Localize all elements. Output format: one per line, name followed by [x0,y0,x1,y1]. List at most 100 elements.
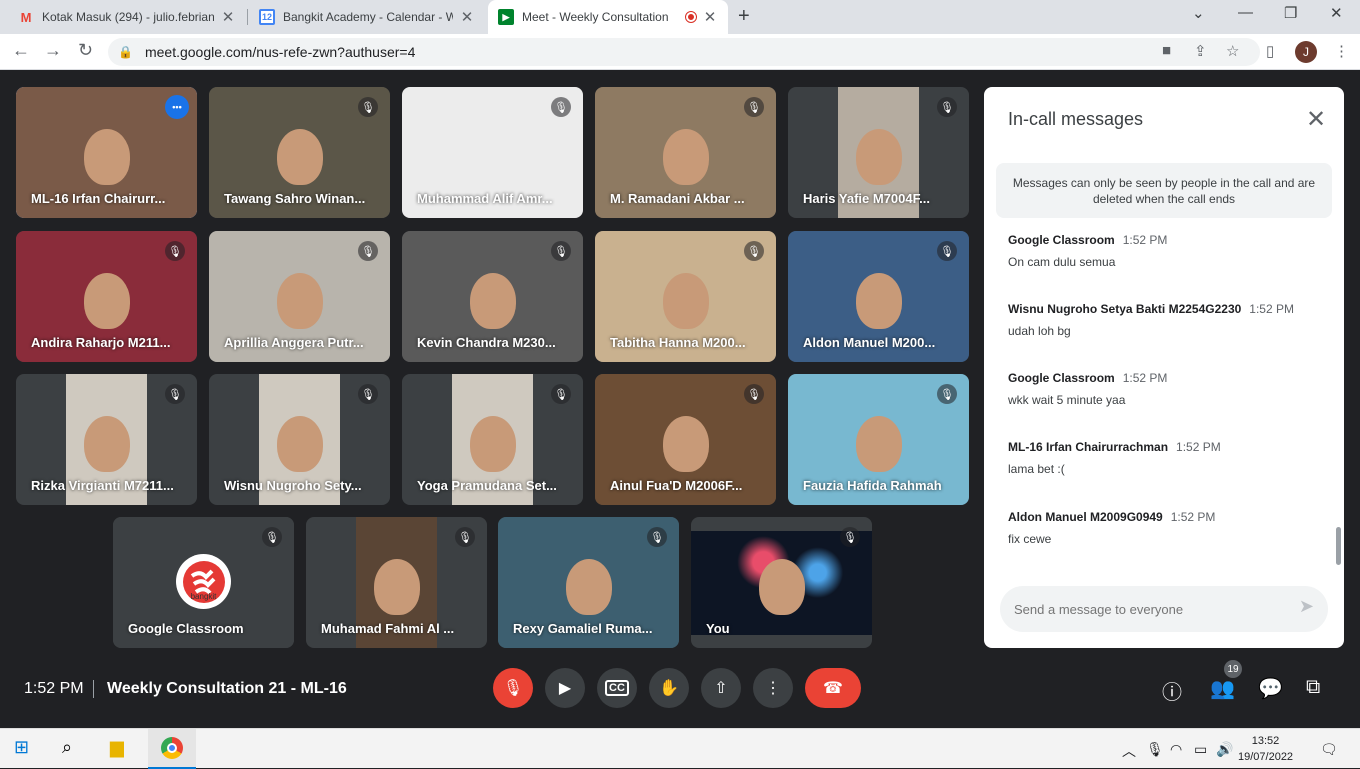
mic-muted-icon: 🎙 [937,384,957,404]
participant-tile[interactable]: 🎙 Aprillia Anggera Putr... [209,231,390,362]
share-icon[interactable]: ⇪ [1194,42,1207,60]
person-silhouette [759,559,805,615]
chat-icon[interactable]: 💬 [1258,676,1283,701]
address-bar[interactable]: 🔒 meet.google.com/nus-refe-zwn?authuser=… [108,38,1260,66]
tab-calendar[interactable]: 12 Bangkit Academy - Calendar - W ✕ [249,0,485,34]
panel-title: In-call messages [1008,109,1144,129]
participant-tile[interactable]: 🎙 Tabitha Hanna M200... [595,231,776,362]
people-icon[interactable]: 👥 [1210,676,1235,701]
browser-menu-icon[interactable]: ⋮ [1334,42,1349,60]
close-panel-icon[interactable]: ✕ [1306,105,1326,134]
mic-toggle-button[interactable]: 🎙 [493,668,533,708]
mic-muted-icon: 🎙 [744,384,764,404]
close-window-icon[interactable]: ✕ [1330,4,1343,22]
present-screen-button[interactable]: ⇧ [701,668,741,708]
participant-tile[interactable]: ••• ML-16 Irfan Chairurr... [16,87,197,218]
person-silhouette [663,129,709,185]
forward-icon[interactable]: → [44,40,62,61]
participant-name: Rizka Virgianti M7211... [31,478,174,493]
chat-scrollbar[interactable] [1336,527,1341,565]
windows-start-icon[interactable]: ⊞ [14,737,29,758]
participant-tile[interactable]: 🎙 Yoga Pramudana Set... [402,374,583,505]
participant-tile[interactable]: 🎙 Rizka Virgianti M7211... [16,374,197,505]
message-time: 1:52 PM [1249,302,1294,316]
more-options-button[interactable]: ⋮ [753,668,793,708]
participant-tile[interactable]: 🎙 Fauzia Hafida Rahmah [788,374,969,505]
tab-title: Kotak Masuk (294) - julio.febrian [42,10,214,24]
close-tab-icon[interactable]: ✕ [220,8,236,26]
new-tab-button[interactable]: + [738,5,750,28]
participant-tile[interactable]: 🎙 M. Ramadani Akbar ... [595,87,776,218]
mic-muted-icon: 🎙 [744,241,764,261]
person-silhouette [84,129,130,185]
mic-muted-icon: 🎙 [937,241,957,261]
participant-tile[interactable]: 🎙 Tawang Sahro Winan... [209,87,390,218]
message-time: 1:52 PM [1122,371,1168,385]
back-icon[interactable]: ← [12,40,30,61]
tab-search-icon[interactable]: ⌄ [1192,4,1205,22]
profile-avatar[interactable]: J [1295,41,1317,63]
participant-tile[interactable]: 🎙 Muhammad Alif Amr... [402,87,583,218]
tab-meet[interactable]: ▶ Meet - Weekly Consultation ✕ [488,0,728,34]
participant-tile[interactable]: 🎙 You [691,517,872,648]
message-sender: Aldon Manuel M2009G0949 [1008,510,1163,524]
close-tab-icon[interactable]: ✕ [459,8,475,26]
participant-name: Aprillia Anggera Putr... [224,335,364,350]
participant-name: Ainul Fua'D M2006F... [610,478,743,493]
leave-call-button[interactable]: ☎ [805,668,861,708]
person-silhouette [663,273,709,329]
participant-tile[interactable]: 🎙 Aldon Manuel M200... [788,231,969,362]
participant-tile[interactable]: 🎙 Ainul Fua'D M2006F... [595,374,776,505]
in-call-messages-panel: In-call messages ✕ Messages can only be … [984,87,1344,648]
reload-icon[interactable]: ↻ [78,40,93,61]
gmail-icon: M [20,9,32,25]
person-silhouette [856,129,902,185]
raise-hand-button[interactable]: ✋ [649,668,689,708]
file-explorer-icon[interactable]: ▆ [110,737,124,758]
restore-icon[interactable]: ❐ [1284,4,1297,22]
participant-tile[interactable]: 🎙 Muhamad Fahmi Al ... [306,517,487,648]
notifications-icon[interactable]: 🗨 [1320,741,1338,758]
mic-muted-icon: 🎙 [358,384,378,404]
participant-tile[interactable]: bangkit 🎙 Google Classroom [113,517,294,648]
camera-in-use-icon[interactable]: ■ [1162,42,1171,59]
recording-icon [685,11,697,23]
send-icon[interactable]: ➤ [1299,596,1314,617]
camera-toggle-button[interactable]: ▶ [545,668,585,708]
bookmark-star-icon[interactable]: ☆ [1226,42,1239,60]
mic-muted-icon: 🎙 [551,241,571,261]
more-options-icon[interactable]: ••• [165,95,189,119]
participant-name: Wisnu Nugroho Sety... [224,478,362,493]
participant-tile[interactable]: 🎙 Haris Yafie M7004F... [788,87,969,218]
mic-muted-icon: 🎙 [744,97,764,117]
participant-name: M. Ramadani Akbar ... [610,191,745,206]
participant-tile[interactable]: 🎙 Kevin Chandra M230... [402,231,583,362]
participant-tile[interactable]: 🎙 Wisnu Nugroho Sety... [209,374,390,505]
system-time: 13:52 [1251,735,1280,747]
tab-gmail[interactable]: M Kotak Masuk (294) - julio.febrian ✕ [8,0,246,34]
more-vert-icon: ⋮ [765,680,781,697]
volume-icon[interactable]: 🔊 [1216,741,1233,758]
person-silhouette [856,273,902,329]
minimize-icon[interactable]: — [1238,4,1253,21]
battery-icon[interactable]: ▭ [1194,741,1207,758]
message-input[interactable] [1014,598,1274,620]
system-clock[interactable]: 13:52 19/07/2022 [1238,733,1293,765]
captions-icon: CC [605,680,629,696]
chrome-taskbar-button[interactable] [148,729,196,769]
participant-tile[interactable]: 🎙 Andira Raharjo M211... [16,231,197,362]
participant-tile[interactable]: 🎙 Rexy Gamaliel Ruma... [498,517,679,648]
message-time: 1:52 PM [1170,510,1216,524]
captions-button[interactable]: CC [597,668,637,708]
person-silhouette [277,273,323,329]
tray-expand-icon[interactable]: ︿ [1122,741,1136,761]
browser-toolbar: ← → ↻ 🔒 meet.google.com/nus-refe-zwn?aut… [0,34,1360,70]
tray-mic-icon[interactable]: 🎙 [1146,741,1164,758]
side-panel-icon[interactable]: ▯ [1266,42,1274,60]
mic-muted-icon: 🎙 [358,241,378,261]
meeting-details-icon[interactable]: ⓘ [1162,676,1182,705]
activities-icon[interactable]: ⧉ [1306,676,1320,699]
network-icon[interactable]: ◠ [1170,741,1182,758]
close-tab-icon[interactable]: ✕ [702,8,718,26]
search-icon[interactable]: ⌕ [62,737,72,758]
